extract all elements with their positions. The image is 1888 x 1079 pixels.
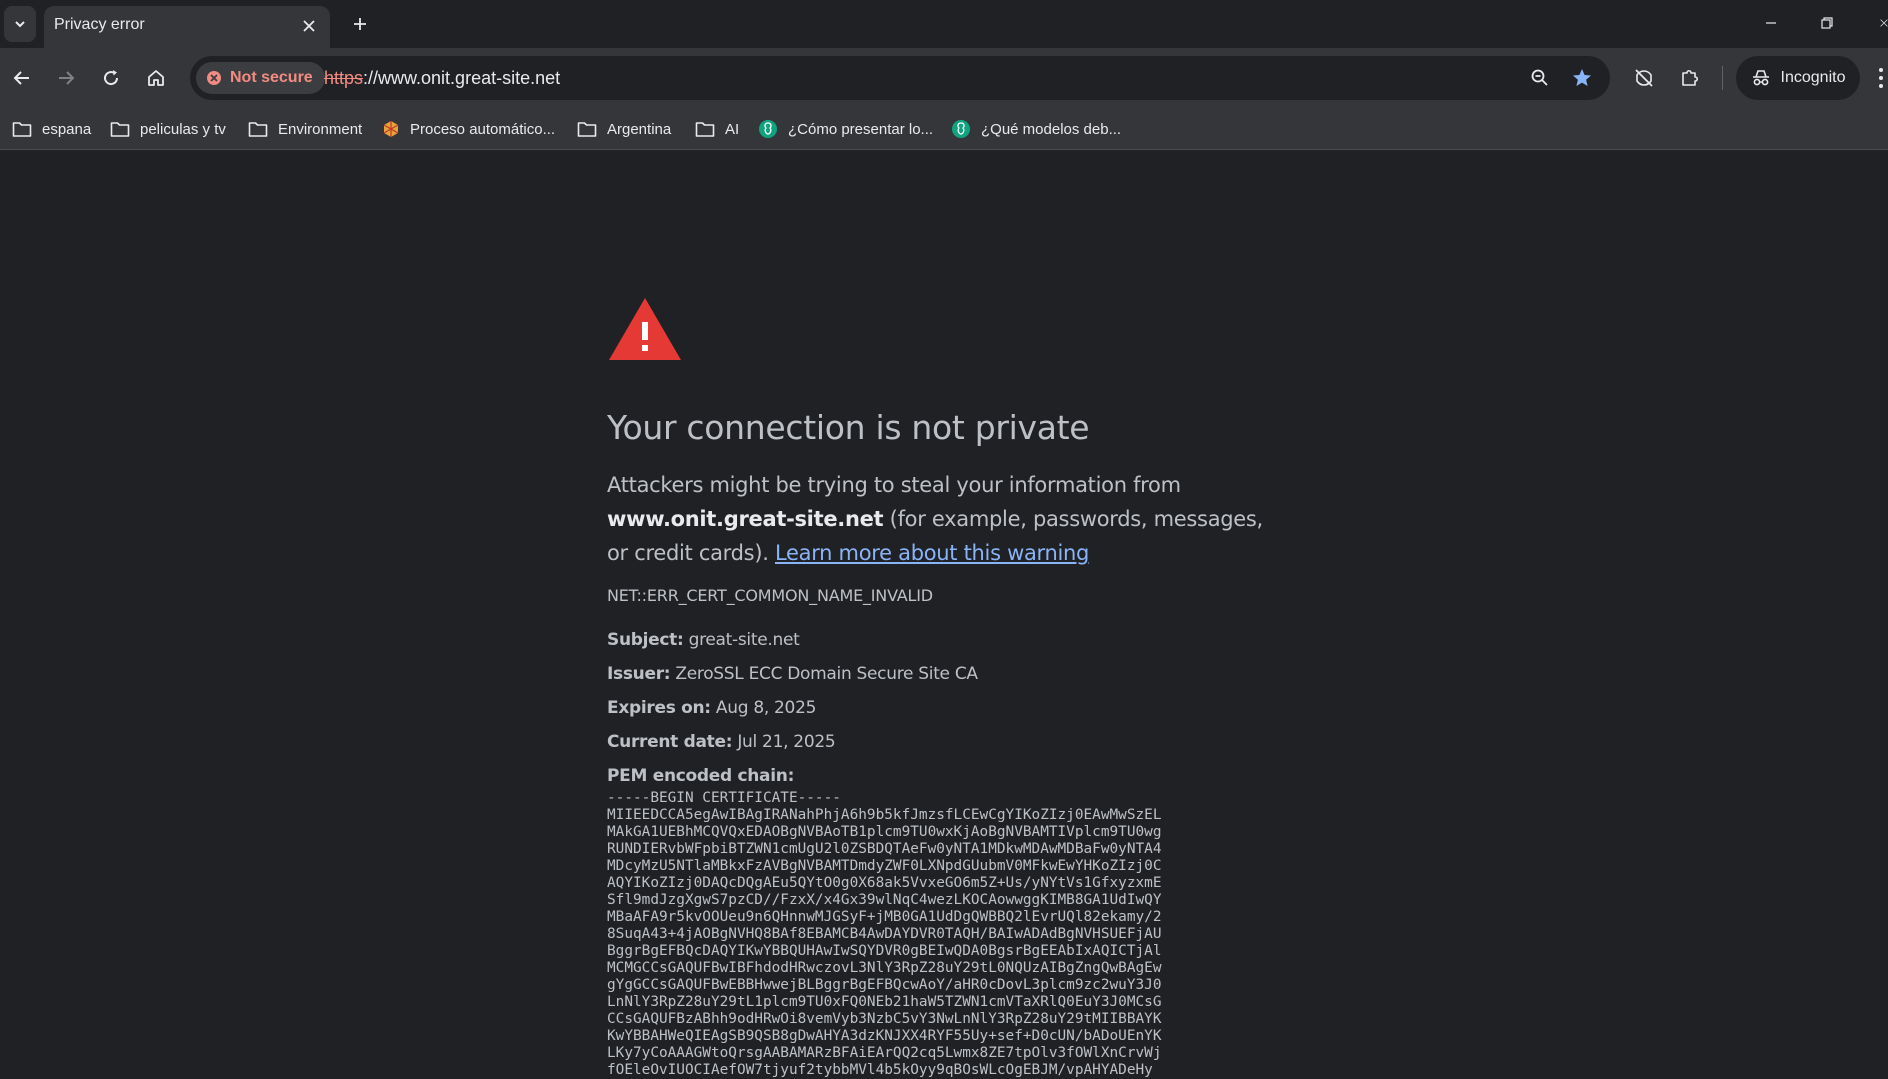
plus-icon — [354, 18, 366, 30]
window-close-button[interactable] — [1860, 8, 1888, 38]
url-scheme: https — [324, 68, 364, 88]
menu-button[interactable] — [1878, 66, 1888, 90]
reload-icon — [104, 70, 119, 86]
folder-icon — [110, 122, 130, 137]
explanation-text: Attackers might be trying to steal your … — [607, 468, 1277, 570]
incognito-label: Incognito — [1780, 69, 1846, 86]
home-button[interactable] — [138, 60, 174, 96]
tab-strip: Privacy error — [0, 0, 1888, 48]
star-icon — [1573, 69, 1591, 86]
tracking-protection-button[interactable] — [1626, 60, 1662, 96]
zoom-out-icon — [1531, 69, 1548, 86]
chevron-down-icon — [15, 21, 25, 28]
toolbar: Not secure https://www.onit.great-site.n… — [0, 48, 1888, 108]
bookmark-star-button[interactable] — [1567, 63, 1597, 93]
url-text[interactable]: https://www.onit.great-site.net — [324, 68, 560, 89]
bookmark-label: ¿Cómo presentar lo... — [788, 120, 934, 138]
warning-triangle-icon — [609, 298, 681, 360]
incognito-chip[interactable]: Incognito — [1736, 56, 1860, 100]
detail-value: ZeroSSL ECC Domain Secure Site CA — [675, 664, 978, 684]
tab-close-button[interactable] — [298, 15, 320, 37]
chatgpt-icon — [952, 120, 970, 138]
back-button[interactable] — [4, 60, 40, 96]
detail-value: Jul 21, 2025 — [737, 732, 836, 752]
detail-value: great-site.net — [688, 630, 800, 650]
zoom-button[interactable] — [1525, 63, 1555, 93]
reload-button[interactable] — [93, 60, 129, 96]
bookmark-label: Proceso automático... — [410, 120, 556, 138]
minimize-icon — [1766, 22, 1776, 24]
detail-label: Current date: — [607, 732, 733, 752]
bookmark-label: espana — [42, 120, 92, 138]
bookmark-peliculas[interactable]: peliculas y tv — [110, 116, 226, 142]
tab-search-button[interactable] — [4, 6, 36, 42]
restore-button[interactable] — [1804, 8, 1850, 38]
bookmark-espana[interactable]: espana — [12, 116, 91, 142]
browser-chrome: Privacy error Not secure https://www.oni… — [0, 0, 1888, 150]
explain-host: www.onit.great-site.net — [607, 507, 884, 531]
arrow-right-icon — [59, 71, 75, 85]
page-title: Your connection is not private — [607, 408, 1090, 447]
detail-value: Aug 8, 2025 — [715, 698, 817, 718]
bookmark-que-modelos[interactable]: ¿Qué modelos deb... — [951, 116, 1121, 142]
detail-label: Issuer: — [607, 664, 671, 684]
restore-icon — [1821, 17, 1833, 29]
folder-icon — [577, 122, 597, 137]
bookmarks-bar: espana peliculas y tv Environment Proces… — [0, 108, 1888, 150]
close-icon — [1880, 19, 1888, 27]
folder-icon — [695, 122, 715, 137]
bookmark-como-presentar[interactable]: ¿Cómo presentar lo... — [758, 116, 933, 142]
pem-label: PEM encoded chain: — [607, 766, 794, 786]
bookmark-label: peliculas y tv — [140, 120, 226, 138]
arrow-left-icon — [13, 71, 29, 85]
bookmark-label: Environment — [278, 120, 363, 138]
explain-prefix: Attackers might be trying to steal your … — [607, 473, 1181, 497]
pem-label-text: PEM encoded chain: — [607, 766, 795, 786]
bookmark-proceso[interactable]: Proceso automático... — [382, 116, 555, 142]
toolbar-divider — [1722, 66, 1723, 90]
new-tab-button[interactable] — [346, 10, 374, 38]
kebab-menu-icon — [1879, 68, 1883, 88]
learn-more-link[interactable]: Learn more about this warning — [775, 541, 1089, 565]
detail-label: Subject: — [607, 630, 684, 650]
url-host: ://www.onit.great-site.net — [363, 68, 561, 88]
detail-subject: Subject: great-site.net — [607, 630, 800, 650]
pem-chain[interactable]: -----BEGIN CERTIFICATE----- MIIEEDCCA5eg… — [607, 790, 1162, 1079]
incognito-icon — [1752, 70, 1769, 86]
bookmark-argentina[interactable]: Argentina — [577, 116, 671, 142]
tab-title: Privacy error — [54, 16, 145, 33]
close-icon — [303, 20, 315, 32]
detail-label: Expires on: — [607, 698, 711, 718]
home-icon — [148, 70, 164, 86]
detail-issuer: Issuer: ZeroSSL ECC Domain Secure Site C… — [607, 664, 978, 684]
page-content: Your connection is not private Attackers… — [0, 150, 1888, 1078]
minimize-button[interactable] — [1748, 8, 1794, 38]
bookmark-environment[interactable]: Environment — [248, 116, 362, 142]
bookmark-label: ¿Qué modelos deb... — [981, 120, 1122, 138]
error-code: NET::ERR_CERT_COMMON_NAME_INVALID — [607, 586, 933, 605]
folder-icon — [12, 122, 32, 137]
extensions-button[interactable] — [1672, 60, 1708, 96]
forward-button[interactable] — [48, 60, 84, 96]
security-chip[interactable]: Not secure — [196, 62, 325, 94]
security-label: Not secure — [230, 69, 313, 86]
bookmark-label: AI — [725, 120, 740, 138]
detail-expires: Expires on: Aug 8, 2025 — [607, 698, 816, 718]
puzzle-icon — [1682, 69, 1699, 86]
error-circle-icon — [207, 71, 221, 85]
eye-off-icon — [1635, 69, 1653, 87]
site-icon — [383, 121, 399, 137]
address-bar[interactable]: Not secure https://www.onit.great-site.n… — [190, 56, 1610, 100]
bookmark-label: Argentina — [607, 120, 672, 138]
tab-privacy-error[interactable]: Privacy error — [44, 6, 330, 48]
detail-current-date: Current date: Jul 21, 2025 — [607, 732, 836, 752]
chatgpt-icon — [759, 120, 777, 138]
bookmark-ai[interactable]: AI — [695, 116, 739, 142]
folder-icon — [248, 122, 268, 137]
